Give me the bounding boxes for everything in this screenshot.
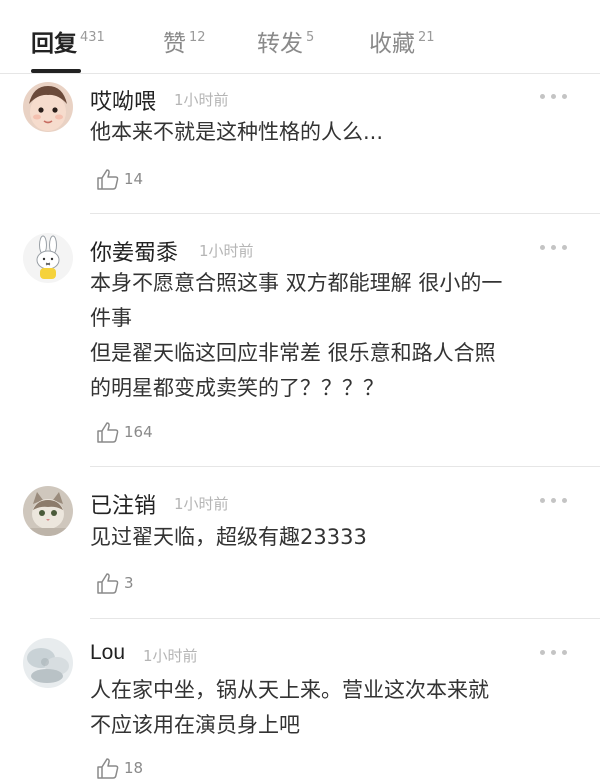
comment-text: 本身不愿意合照这事 双方都能理解 很小的一 件事 但是翟天临这回应非常差 很乐意…	[90, 266, 502, 406]
tab-reposts[interactable]: 转发 5	[257, 24, 314, 58]
cat-avatar[interactable]	[23, 486, 73, 536]
comment-line: 但是翟天临这回应非常差 很乐意和路人合照	[90, 341, 496, 365]
more-options-icon[interactable]	[540, 245, 568, 251]
comment-tabs: 回复 431 赞 12 转发 5 收藏 21	[0, 0, 600, 74]
comment-author[interactable]: 已注销	[90, 488, 156, 520]
comment-text: 人在家中坐，锅从天上来。营业这次本来就 不应该用在演员身上吧	[90, 673, 489, 743]
comment-line: 本身不愿意合照这事 双方都能理解 很小的一	[90, 271, 503, 295]
tab-reposts-label: 转发	[257, 31, 303, 57]
more-options-icon[interactable]	[540, 94, 568, 100]
bunny-avatar[interactable]	[23, 233, 73, 283]
thumbs-up-icon	[97, 758, 119, 779]
comment-divider	[90, 213, 600, 214]
comment-divider	[90, 618, 600, 619]
blurred-photo-avatar[interactable]	[23, 638, 73, 688]
tab-replies-label: 回复	[31, 31, 77, 57]
comment-text: 他本来不就是这种性格的人么...	[90, 115, 383, 150]
tab-replies[interactable]: 回复 431	[31, 24, 105, 58]
tab-likes[interactable]: 赞 12	[163, 24, 206, 58]
comment-time: 1小时前	[174, 91, 229, 109]
active-tab-indicator	[31, 69, 81, 73]
comment-time: 1小时前	[199, 242, 254, 260]
tab-favorites-label: 收藏	[369, 31, 415, 57]
tab-favorites[interactable]: 收藏 21	[369, 24, 435, 58]
baby-face-avatar[interactable]	[23, 82, 73, 132]
thumbs-up-icon	[97, 422, 119, 443]
like-count: 18	[124, 759, 144, 777]
comment-text: 见过翟天临，超级有趣23333	[90, 520, 367, 555]
comment-divider	[90, 466, 600, 467]
like-count: 3	[124, 574, 134, 592]
thumbs-up-icon	[97, 169, 119, 190]
comment-time: 1小时前	[143, 647, 198, 665]
like-count: 164	[124, 423, 153, 441]
tab-favorites-count: 21	[418, 30, 435, 45]
like-count: 14	[124, 170, 144, 188]
tab-likes-count: 12	[189, 30, 206, 45]
more-options-icon[interactable]	[540, 498, 568, 504]
thumbs-up-icon	[97, 573, 119, 594]
comment-line: 人在家中坐，锅从天上来。营业这次本来就	[90, 678, 489, 702]
comment-author[interactable]: Lou	[90, 641, 125, 665]
comment-author[interactable]: 你姜蜀黍	[90, 235, 178, 267]
more-options-icon[interactable]	[540, 650, 568, 656]
tab-reposts-count: 5	[306, 30, 315, 45]
comment-line: 不应该用在演员身上吧	[90, 713, 300, 737]
comment-line: 他本来不就是这种性格的人么...	[90, 120, 384, 144]
comment-line: 的明星都变成卖笑的了？？？？	[90, 376, 384, 400]
comment-line: 见过翟天临，超级有趣23333	[90, 525, 367, 549]
comment-author[interactable]: 哎呦喂	[90, 84, 156, 116]
tab-likes-label: 赞	[163, 31, 186, 57]
comment-time: 1小时前	[174, 495, 229, 513]
tab-replies-count: 431	[80, 30, 105, 45]
comment-line: 件事	[90, 306, 132, 330]
